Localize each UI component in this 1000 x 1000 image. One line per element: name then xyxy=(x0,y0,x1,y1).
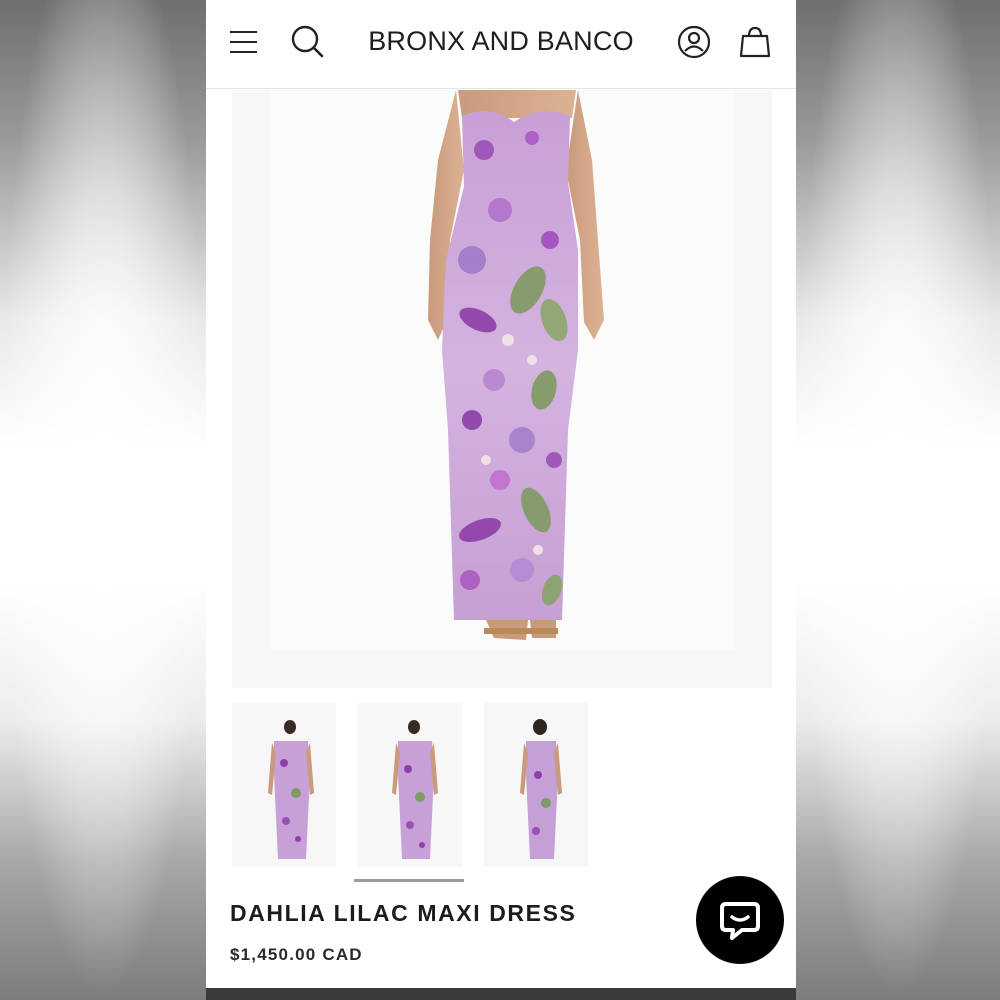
product-main-image[interactable] xyxy=(232,90,772,688)
phone-bottom-edge xyxy=(206,988,796,1000)
chat-bubble-icon xyxy=(720,902,760,940)
right-background-blur xyxy=(796,0,1000,1000)
shopping-bag-icon[interactable] xyxy=(738,24,772,60)
product-title: DAHLIA LILAC MAXI DRESS xyxy=(230,900,577,926)
search-icon[interactable] xyxy=(290,24,326,60)
left-background-blur xyxy=(0,0,206,1000)
brand-logo[interactable]: BRONX AND BANCO xyxy=(356,26,646,57)
thumbnail-angle[interactable] xyxy=(358,703,462,867)
thumbnail-front[interactable] xyxy=(232,703,336,867)
dress-model-illustration xyxy=(428,90,604,640)
thumbnail-gallery xyxy=(232,703,772,883)
phone-screen: BRONX AND BANCO DAHLIA LILAC MAXI DRESS … xyxy=(206,0,796,988)
chat-button[interactable] xyxy=(696,876,784,964)
product-price: $1,450.00 CAD xyxy=(230,945,363,964)
thumbnail-scroll-indicator xyxy=(354,879,464,882)
site-header: BRONX AND BANCO xyxy=(206,0,796,89)
account-icon[interactable] xyxy=(676,24,712,60)
menu-icon[interactable] xyxy=(228,28,260,56)
thumbnail-back[interactable] xyxy=(484,703,588,867)
